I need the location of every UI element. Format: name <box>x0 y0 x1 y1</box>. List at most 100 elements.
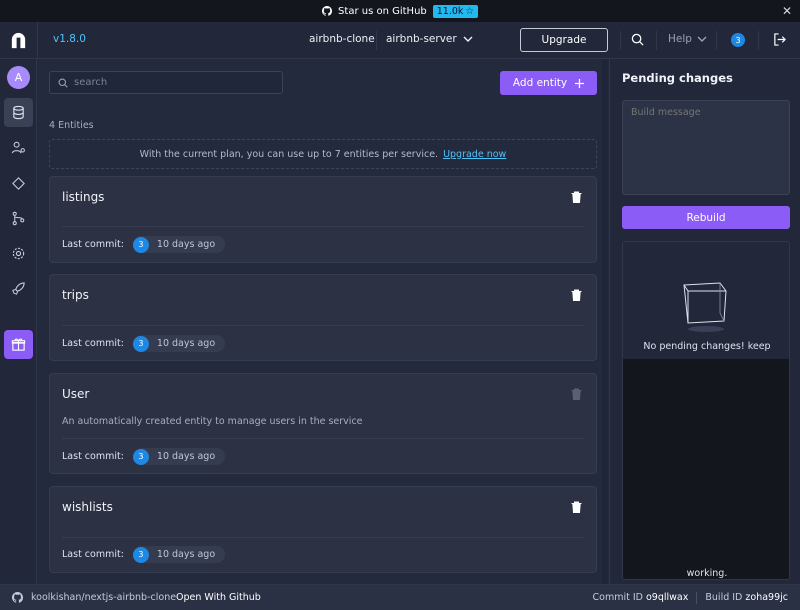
sidebar-item-plugins[interactable] <box>4 169 33 198</box>
search-icon[interactable] <box>631 33 644 46</box>
user-roles-icon <box>11 141 25 154</box>
commit-pill[interactable]: 3 10 days ago <box>132 236 226 253</box>
build-id[interactable]: Build ID zoha99jc <box>705 592 788 604</box>
commit-pill[interactable]: 3 10 days ago <box>132 546 226 563</box>
breadcrumb-divider <box>376 31 377 50</box>
pending-changes-list: No pending changes! keep working. <box>622 241 790 580</box>
github-icon <box>322 6 333 16</box>
trash-icon[interactable] <box>571 289 582 301</box>
add-entity-button[interactable]: Add entity <box>500 71 597 95</box>
user-badge: 3 <box>132 335 149 352</box>
entity-card[interactable]: User An automatically created entity to … <box>49 373 597 474</box>
github-icon <box>12 592 23 603</box>
commit-label: Last commit: <box>62 549 124 560</box>
entity-name[interactable]: User <box>62 387 89 401</box>
entity-card[interactable]: wishlists Last commit: 3 10 days ago <box>49 486 597 573</box>
last-commit: Last commit: 3 10 days ago <box>62 448 226 465</box>
close-icon[interactable]: ✕ <box>782 4 792 18</box>
entities-page: Add entity 4 Entities With the current p… <box>38 59 608 584</box>
rebuild-button[interactable]: Rebuild <box>622 206 790 229</box>
commit-id-label: Commit ID <box>592 592 643 603</box>
build-id-value: zoha99jc <box>745 592 788 603</box>
user-badge: 3 <box>132 546 149 563</box>
trash-icon[interactable] <box>571 501 582 513</box>
user-badge: 3 <box>132 236 149 253</box>
header-divider <box>656 31 657 50</box>
commit-pill[interactable]: 3 10 days ago <box>132 335 226 352</box>
trash-icon[interactable] <box>571 191 582 203</box>
search-input[interactable] <box>74 77 264 88</box>
service-name: airbnb-server <box>386 33 457 45</box>
commit-pill[interactable]: 3 10 days ago <box>132 448 226 465</box>
commit-time: 10 days ago <box>156 338 216 349</box>
repo-name: koolkishan/nextjs-airbnb-clone <box>31 592 177 603</box>
main-scrollbar[interactable] <box>602 59 608 584</box>
gear-icon <box>12 247 25 260</box>
plan-notice-text: With the current plan, you can use up to… <box>139 148 439 160</box>
entity-name[interactable]: trips <box>62 288 89 302</box>
build-ids: Commit ID o9qllwax Build ID zoha99jc <box>593 592 788 604</box>
last-commit: Last commit: 3 10 days ago <box>62 236 226 253</box>
help-label: Help <box>668 33 692 45</box>
card-divider <box>62 438 584 439</box>
sidebar-item-deploy[interactable] <box>4 274 33 303</box>
commit-time: 10 days ago <box>156 549 216 560</box>
sidebar-item-roles[interactable] <box>4 133 33 162</box>
banner-text: Star us on GitHub <box>338 5 427 17</box>
project-selector[interactable]: airbnb-clone <box>309 33 375 45</box>
search-box[interactable] <box>49 71 283 94</box>
commit-id[interactable]: Commit ID o9qllwax <box>593 592 689 604</box>
commit-label: Last commit: <box>62 239 124 250</box>
card-divider <box>62 226 584 227</box>
avatar[interactable]: A <box>7 66 30 89</box>
entity-description: An automatically created entity to manag… <box>62 416 363 427</box>
entity-card[interactable]: trips Last commit: 3 10 days ago <box>49 274 597 361</box>
open-github-link[interactable]: Open With Github <box>176 592 261 603</box>
empty-box-illustration <box>683 282 727 332</box>
commit-id-value: o9qllwax <box>646 592 689 603</box>
amplication-logo[interactable] <box>9 31 28 50</box>
app-header: v1.8.0 airbnb-clone airbnb-server Upgrad… <box>0 22 800 59</box>
plan-limit-notice: With the current plan, you can use up to… <box>49 139 597 169</box>
last-commit: Last commit: 3 10 days ago <box>62 335 226 352</box>
version-label: v1.8.0 <box>53 33 86 45</box>
empty-state-text-tail: working. <box>686 568 728 579</box>
entity-name[interactable]: wishlists <box>62 500 113 514</box>
build-message-input[interactable] <box>622 100 790 195</box>
commit-time: 10 days ago <box>156 239 216 250</box>
header-divider <box>758 31 759 50</box>
entity-card[interactable]: listings Last commit: 3 10 days ago <box>49 176 597 263</box>
notifications-badge[interactable]: 3 <box>731 33 745 47</box>
last-commit: Last commit: 3 10 days ago <box>62 546 226 563</box>
help-menu[interactable]: Help <box>668 33 707 45</box>
upgrade-now-link[interactable]: Upgrade now <box>443 149 506 160</box>
gift-icon <box>11 338 26 351</box>
entity-count: 4 Entities <box>49 120 94 131</box>
commit-label: Last commit: <box>62 451 124 462</box>
pending-changes-panel: Pending changes Rebuild No pending chang… <box>609 59 800 584</box>
entity-name[interactable]: listings <box>62 190 104 204</box>
left-nav-rail: A <box>0 59 37 584</box>
upgrade-button[interactable]: Upgrade <box>520 28 608 52</box>
chevron-down-icon <box>697 36 707 42</box>
header-divider <box>620 31 621 50</box>
header-divider <box>37 22 38 59</box>
build-id-label: Build ID <box>705 592 743 603</box>
sidebar-item-entities[interactable] <box>4 98 33 127</box>
empty-state-text: No pending changes! keep <box>643 341 771 352</box>
star-icon: ☆ <box>465 5 474 17</box>
rocket-icon <box>12 282 25 295</box>
logout-icon[interactable] <box>773 33 786 46</box>
sidebar-item-settings[interactable] <box>4 239 33 268</box>
sidebar-item-sync[interactable] <box>4 204 33 233</box>
diamond-icon <box>12 177 25 190</box>
github-star-banner[interactable]: Star us on GitHub 11.0k ☆ ✕ <box>0 0 800 22</box>
star-count-badge: 11.0k ☆ <box>432 4 478 18</box>
chevron-down-icon <box>463 36 473 42</box>
git-branch-icon <box>12 211 25 226</box>
service-selector[interactable]: airbnb-server <box>386 33 473 45</box>
sidebar-item-whats-new[interactable] <box>4 330 33 359</box>
card-divider <box>62 325 584 326</box>
header-divider <box>716 31 717 50</box>
add-entity-label: Add entity <box>512 77 568 89</box>
